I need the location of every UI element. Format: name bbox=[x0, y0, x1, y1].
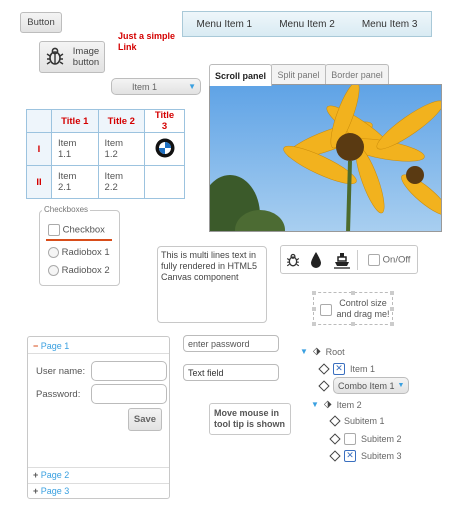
resize-label: Control size and drag me! bbox=[336, 298, 390, 319]
ship-icon[interactable] bbox=[333, 251, 351, 272]
username-label: User name: bbox=[36, 366, 86, 377]
tooltip-area[interactable]: Move mouse in tool tip is shown bbox=[209, 403, 291, 435]
chevron-down-icon: ▼ bbox=[188, 82, 196, 91]
image-button-label: Image button bbox=[72, 46, 100, 68]
tree-item-1-label: Item 1 bbox=[350, 364, 376, 374]
password-label: Password: bbox=[36, 389, 81, 400]
checkbox-label: Checkbox bbox=[62, 224, 105, 236]
bmw-logo-icon bbox=[155, 138, 175, 157]
dropdown-value: Item 1 bbox=[132, 81, 158, 92]
resizable-control[interactable]: Control size and drag me! bbox=[312, 291, 394, 326]
on-off-label: On/Off bbox=[382, 254, 411, 266]
canvas-text-area: This is multi lines text in fully render… bbox=[157, 246, 267, 323]
menu-item-3[interactable]: Menu Item 3 bbox=[362, 19, 418, 30]
drop-icon[interactable] bbox=[310, 251, 322, 272]
toolbar-divider bbox=[357, 250, 358, 270]
password-field[interactable] bbox=[91, 384, 167, 404]
grid-header-1[interactable]: Title 1 bbox=[51, 109, 99, 133]
menu-item-2[interactable]: Menu Item 2 bbox=[279, 19, 335, 30]
menu-bar: Menu Item 1 Menu Item 2 Menu Item 3 bbox=[182, 11, 432, 37]
radiobox-1[interactable]: Radiobox 1 bbox=[48, 247, 110, 258]
radiobox-2[interactable]: Radiobox 2 bbox=[48, 265, 110, 276]
tree-node-icon bbox=[318, 363, 330, 375]
menu-item-1[interactable]: Menu Item 1 bbox=[197, 19, 253, 30]
accordion-page-1[interactable]: − Page 1 bbox=[33, 341, 69, 351]
tree-subitem-3[interactable]: ✕ Subitem 3 bbox=[329, 450, 402, 462]
checkbox-checked[interactable]: ✕ bbox=[333, 363, 345, 375]
tree-subitem-1[interactable]: Subitem 1 bbox=[329, 415, 385, 427]
tree-item-2-label: Item 2 bbox=[336, 399, 362, 410]
text-field[interactable]: Text field bbox=[183, 364, 279, 381]
expand-arrow-icon[interactable]: ▼ bbox=[311, 400, 319, 409]
accordion-page-2[interactable]: + Page 2 bbox=[33, 470, 69, 480]
checkbox[interactable]: Checkbox bbox=[48, 224, 105, 236]
tree-root[interactable]: ▼ ⬗ Root bbox=[300, 346, 345, 357]
grid-header-2[interactable]: Title 2 bbox=[97, 109, 146, 133]
tab-scroll-panel[interactable]: Scroll panel bbox=[209, 64, 272, 86]
tree-subitem-2[interactable]: Subitem 2 bbox=[329, 433, 402, 445]
grid-header-3[interactable]: Title 3 bbox=[144, 109, 185, 133]
row-number: I bbox=[26, 132, 52, 166]
login-panel: − Page 1 User name: Password: Save + Pag… bbox=[27, 336, 170, 499]
grid-corner bbox=[26, 109, 52, 133]
tree-item-1[interactable]: ✕ Item 1 bbox=[318, 363, 376, 375]
expand-arrow-icon[interactable]: ▼ bbox=[300, 347, 308, 356]
tree-node-icon bbox=[329, 433, 341, 445]
save-button[interactable]: Save bbox=[128, 408, 162, 431]
data-grid: Title 1 Title 2 Title 3 I Item 1.1 Item … bbox=[26, 109, 185, 199]
image-button[interactable]: Image button bbox=[39, 41, 105, 73]
row-number: II bbox=[26, 165, 52, 199]
grid-cell[interactable]: Item 2.2 bbox=[97, 165, 146, 199]
subitem-2-label: Subitem 2 bbox=[361, 434, 402, 444]
scroll-panel[interactable] bbox=[209, 84, 442, 232]
bug-icon bbox=[44, 45, 66, 70]
chevron-down-icon: ▼ bbox=[397, 382, 405, 389]
tree-item-2[interactable]: ▼ ⬗ Item 2 bbox=[311, 399, 362, 410]
tree-root-label: Root bbox=[325, 346, 345, 357]
focus-underline bbox=[46, 239, 112, 241]
button[interactable]: Button bbox=[20, 12, 62, 33]
grid-cell[interactable]: Item 1.1 bbox=[51, 132, 99, 166]
grid-cell[interactable]: Item 1.2 bbox=[97, 132, 146, 166]
username-field[interactable] bbox=[91, 361, 167, 381]
combo-item-dropdown[interactable]: Combo Item 1 ▼ bbox=[333, 377, 410, 394]
toolbar: On/Off bbox=[280, 245, 418, 274]
flower-photo bbox=[210, 85, 441, 231]
grid-cell[interactable] bbox=[144, 165, 185, 199]
bug-icon[interactable] bbox=[285, 251, 301, 272]
radiobox-1-label: Radiobox 1 bbox=[61, 247, 110, 259]
tab-border-panel[interactable]: Border panel bbox=[325, 64, 389, 85]
subitem-1-label: Subitem 1 bbox=[344, 416, 385, 426]
tree-node-icon: ⬗ bbox=[312, 346, 321, 357]
checkbox-unchecked[interactable] bbox=[344, 433, 356, 445]
tree-node-icon bbox=[329, 450, 341, 462]
grid-cell[interactable] bbox=[144, 132, 185, 166]
radiobox-2-label: Radiobox 2 bbox=[61, 265, 110, 277]
tree-node-icon bbox=[329, 415, 341, 427]
password-input[interactable]: enter password bbox=[183, 335, 279, 352]
item-dropdown[interactable]: Item 1 ▼ bbox=[111, 78, 201, 95]
subitem-3-label: Subitem 3 bbox=[361, 451, 402, 461]
on-off-toggle[interactable]: On/Off bbox=[368, 254, 410, 266]
tree-node-icon: ⬗ bbox=[323, 399, 332, 410]
simple-link[interactable]: Just a simple Link bbox=[118, 31, 186, 53]
tab-split-panel[interactable]: Split panel bbox=[270, 64, 327, 85]
checkboxes-title: Checkboxes bbox=[42, 205, 91, 214]
grid-cell[interactable]: Item 2.1 bbox=[51, 165, 99, 199]
checkbox-checked[interactable]: ✕ bbox=[344, 450, 356, 462]
accordion-page-3[interactable]: + Page 3 bbox=[33, 486, 69, 496]
tree-combo-item[interactable]: Combo Item 1 ▼ bbox=[318, 377, 410, 394]
tree-node-icon bbox=[318, 379, 330, 392]
